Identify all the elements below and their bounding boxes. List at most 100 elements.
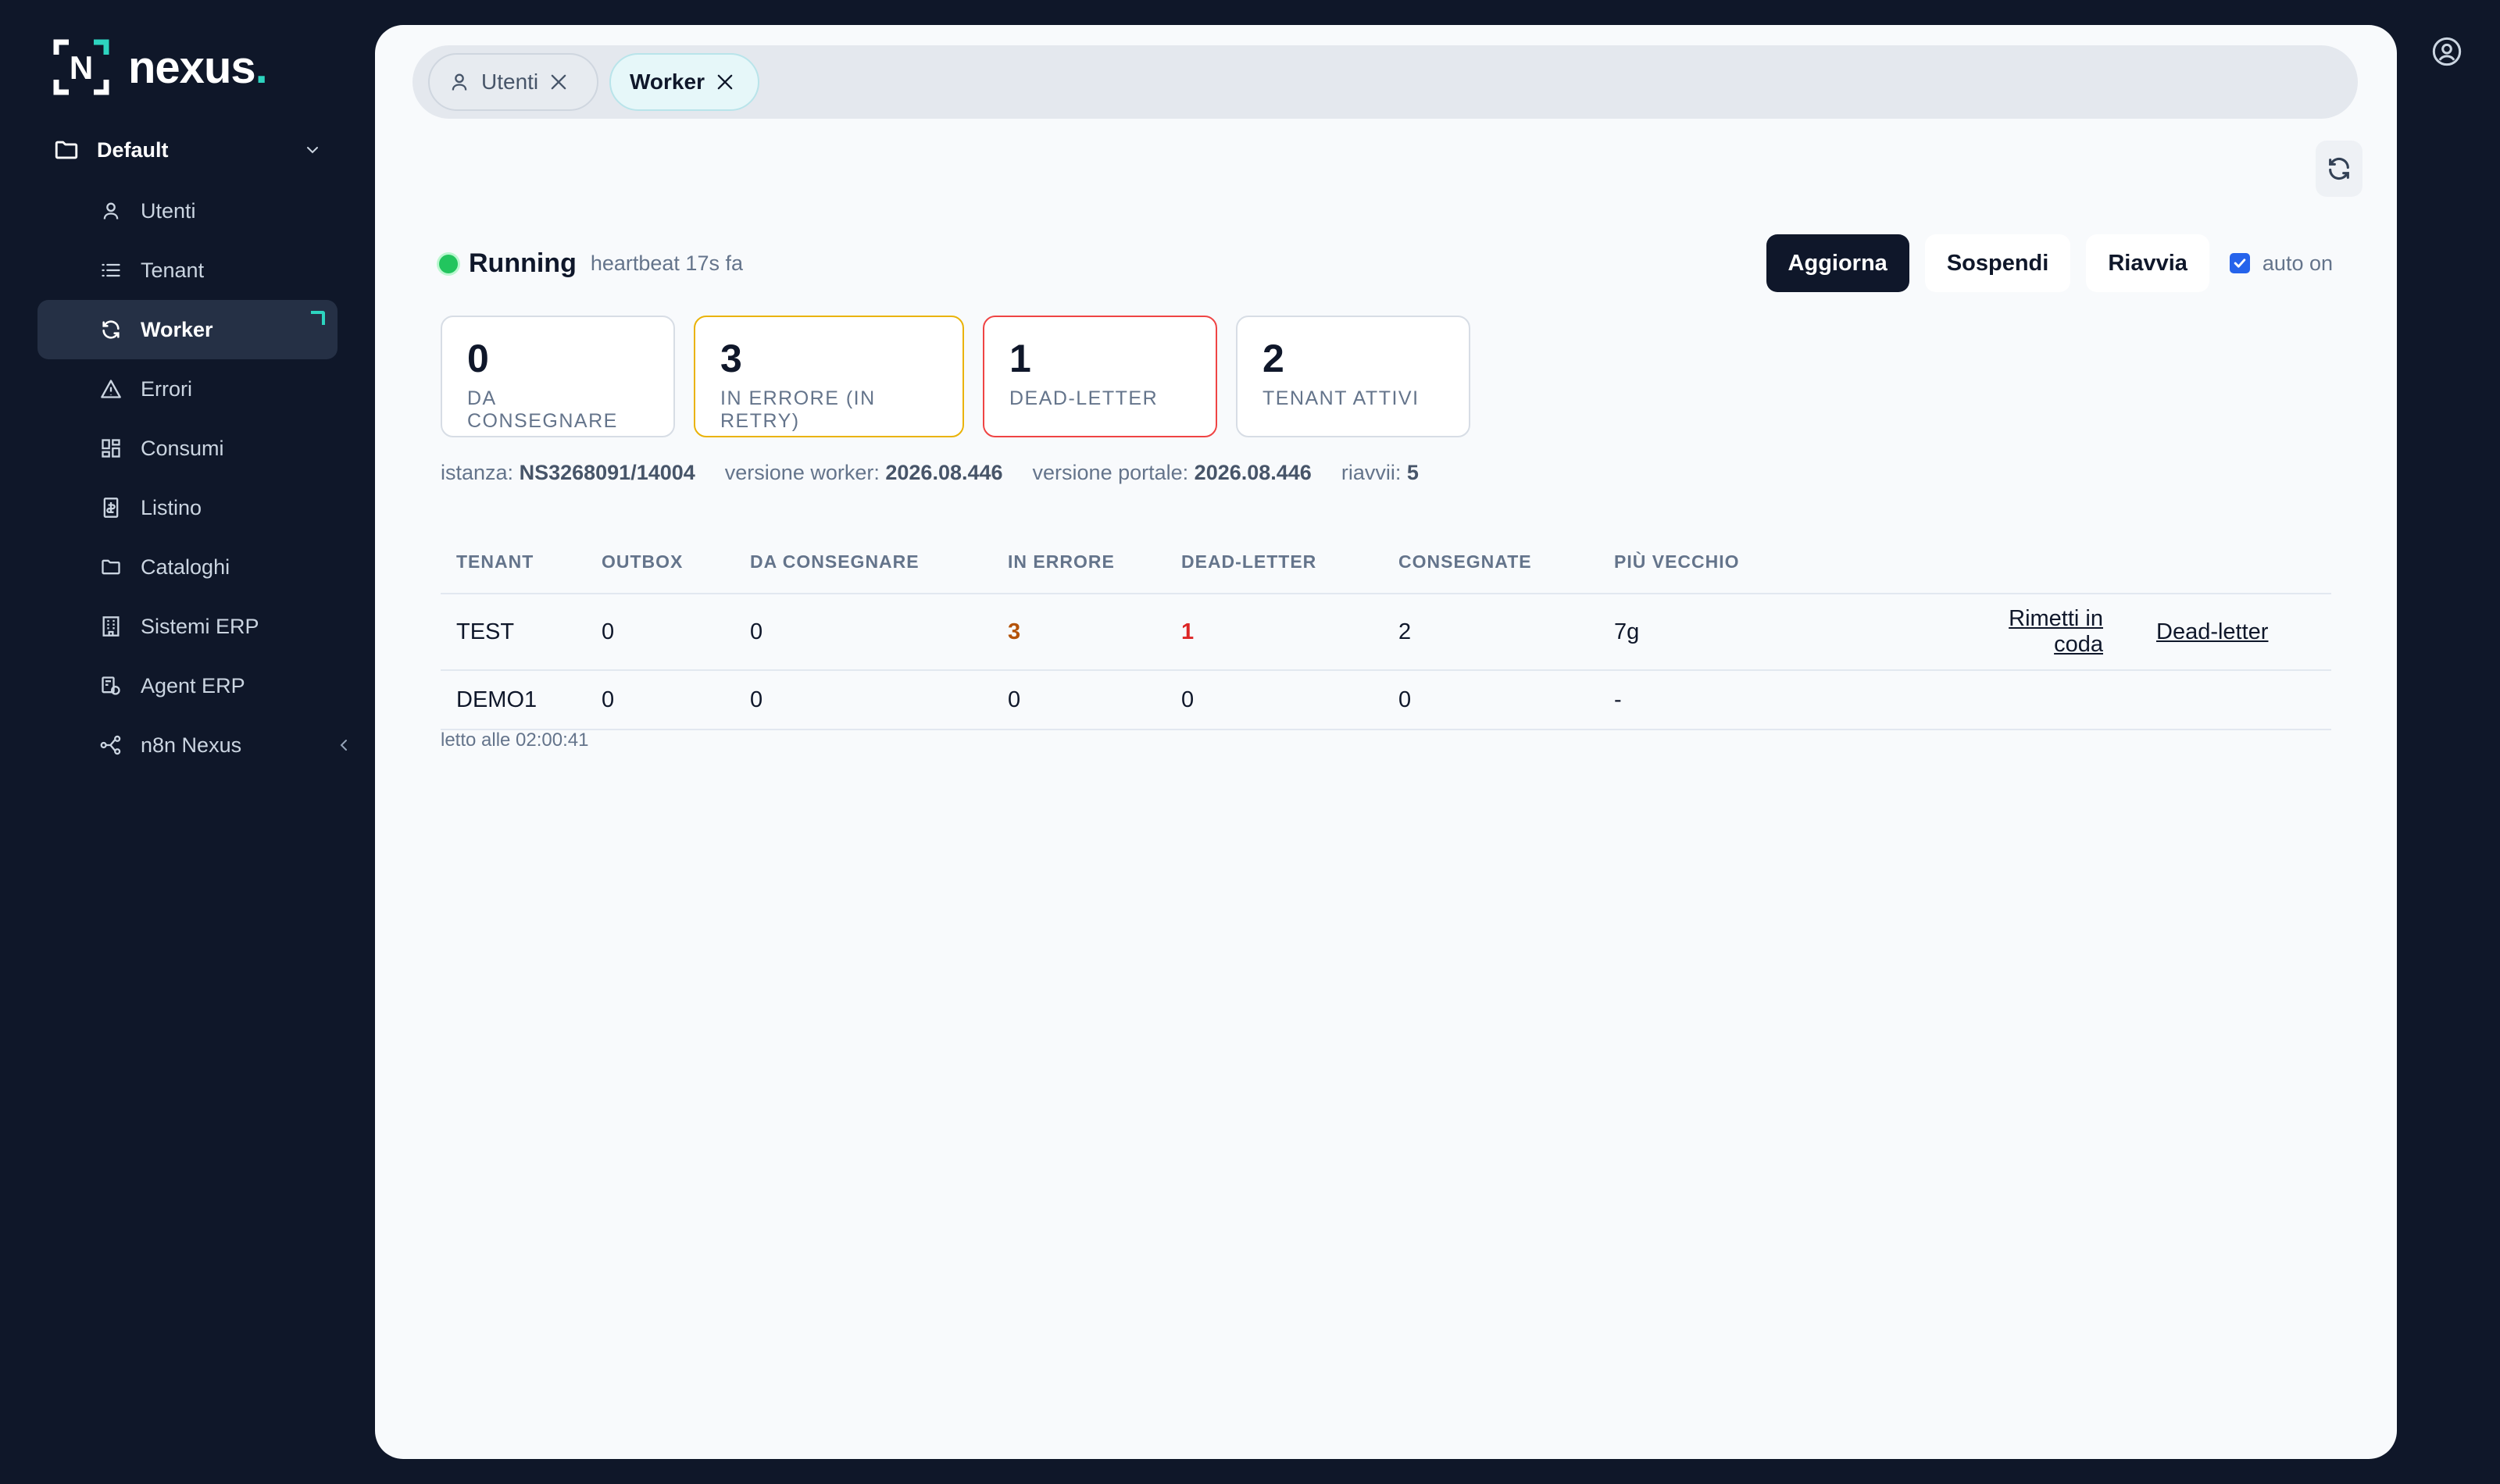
sidebar-group-label: Default — [97, 137, 169, 162]
account-icon[interactable] — [2431, 36, 2462, 67]
user-icon — [100, 200, 122, 222]
main-panel: Utenti Worker Running heartbeat 17s fa A… — [375, 25, 2397, 1459]
stat-value: 0 — [467, 337, 489, 380]
chevron-down-icon[interactable] — [303, 141, 322, 159]
cell-tenant: TEST — [441, 594, 586, 671]
checkbox[interactable] — [2229, 253, 2250, 273]
share-icon — [100, 734, 122, 756]
list-icon — [100, 259, 122, 281]
cell-delivered: 2 — [1383, 594, 1598, 671]
sidebar-item-label: Tenant — [141, 258, 205, 282]
sidebar-group-default[interactable]: Default — [53, 134, 327, 166]
svg-text:N: N — [70, 49, 93, 86]
read-timestamp: letto alle 02:00:41 — [441, 730, 589, 751]
aggiorna-button[interactable]: Aggiorna — [1766, 234, 1909, 292]
auto-refresh-toggle[interactable]: auto on — [2229, 251, 2333, 276]
action-bar: Aggiorna Sospendi Riavvia auto on — [1751, 234, 2333, 292]
building-icon — [100, 615, 122, 637]
column-header: IN ERRORE — [992, 531, 1166, 594]
cell-action — [2156, 670, 2331, 730]
cell-tenant: DEMO1 — [441, 670, 586, 730]
sidebar-item-label: Consumi — [141, 436, 224, 460]
stat-label: DEAD-LETTER — [1009, 387, 1159, 409]
close-icon[interactable] — [714, 71, 736, 93]
tab-utenti[interactable]: Utenti — [428, 53, 598, 111]
tab-worker[interactable]: Worker — [609, 53, 759, 111]
folder-icon — [100, 556, 122, 578]
column-header-actions — [2156, 531, 2331, 594]
sidebar-item-sistemi-erp[interactable]: Sistemi ERP — [38, 597, 338, 656]
table-row: DEMO1 0 0 0 0 0 - — [441, 670, 2331, 730]
status-dot — [439, 254, 458, 273]
tenant-table: TENANT OUTBOX DA CONSEGNARE IN ERRORE DE… — [441, 531, 2331, 730]
stat-label: IN ERRORE (IN RETRY) — [720, 387, 876, 432]
sidebar-item-cataloghi[interactable]: Cataloghi — [38, 537, 338, 597]
sidebar-item-label: Utenti — [141, 198, 196, 223]
chevron-left-icon[interactable] — [334, 736, 353, 754]
meta-restarts: riavvii: 5 — [1341, 461, 1419, 484]
tab-label: Utenti — [481, 70, 539, 94]
brand-logo[interactable]: N nexus. — [52, 37, 268, 97]
stat-value: 2 — [1262, 337, 1284, 380]
sidebar: N nexus. Default Utenti Tenant Worker Er… — [0, 0, 367, 1484]
refresh-icon — [2326, 155, 2352, 182]
sidebar-item-label: Cataloghi — [141, 555, 230, 579]
cell-outbox: 0 — [586, 594, 734, 671]
sidebar-item-utenti[interactable]: Utenti — [38, 181, 338, 241]
meta-worker-version: versione worker: 2026.08.446 — [724, 461, 1003, 484]
column-header: PIÙ VECCHIO — [1598, 531, 1952, 594]
column-header: TENANT — [441, 531, 586, 594]
cell-action — [1952, 670, 2156, 730]
table-header-row: TENANT OUTBOX DA CONSEGNARE IN ERRORE DE… — [441, 531, 2331, 594]
stat-value: 1 — [1009, 337, 1031, 380]
sidebar-item-label: Agent ERP — [141, 673, 245, 697]
auto-refresh-label: auto on — [2262, 251, 2333, 275]
cell-pending: 0 — [734, 670, 992, 730]
table-row: TEST 0 0 3 1 2 7g Rimetti in coda Dead-l… — [441, 594, 2331, 671]
sidebar-item-consumi[interactable]: Consumi — [38, 419, 338, 478]
cell-delivered: 0 — [1383, 670, 1598, 730]
sidebar-item-label: Listino — [141, 495, 202, 519]
column-header: CONSEGNATE — [1383, 531, 1598, 594]
sidebar-nav: Utenti Tenant Worker Errori Consumi List… — [38, 181, 347, 775]
dead-letter-link[interactable]: Dead-letter — [2156, 619, 2268, 644]
agent-icon — [100, 675, 122, 697]
sidebar-item-n8n-nexus[interactable]: n8n Nexus — [38, 715, 347, 775]
cell-action: Rimetti in coda — [1952, 594, 2156, 671]
sidebar-item-label: Sistemi ERP — [141, 614, 259, 638]
sidebar-item-label: n8n Nexus — [141, 733, 242, 757]
nexus-logo-icon: N — [52, 37, 111, 97]
status-state: Running — [469, 248, 577, 278]
sospendi-button[interactable]: Sospendi — [1924, 234, 2071, 292]
grid-icon — [100, 437, 122, 459]
user-icon — [448, 71, 470, 93]
close-icon[interactable] — [548, 71, 570, 93]
sidebar-item-listino[interactable]: Listino — [38, 478, 338, 537]
column-header-actions — [1952, 531, 2156, 594]
stat-value: 3 — [720, 337, 742, 380]
worker-status: Running heartbeat 17s fa — [439, 248, 743, 279]
cell-dead-letter: 0 — [1166, 670, 1383, 730]
refresh-icon — [100, 319, 122, 341]
cell-errors: 0 — [992, 670, 1166, 730]
meta-portal-version: versione portale: 2026.08.446 — [1032, 461, 1312, 484]
worker-meta: istanza: NS3268091/14004 versione worker… — [441, 461, 1448, 485]
requeue-link[interactable]: Rimetti in coda — [2009, 606, 2103, 657]
cell-action: Dead-letter — [2156, 594, 2331, 671]
sidebar-item-errori[interactable]: Errori — [38, 359, 338, 419]
cell-oldest: - — [1598, 670, 1952, 730]
cell-oldest: 7g — [1598, 594, 1952, 671]
sidebar-item-agent-erp[interactable]: Agent ERP — [38, 656, 338, 715]
stat-card-dead-letter: 1 DEAD-LETTER — [983, 316, 1217, 437]
riavvia-button[interactable]: Riavvia — [2086, 234, 2209, 292]
column-header: DEAD-LETTER — [1166, 531, 1383, 594]
meta-instance: istanza: NS3268091/14004 — [441, 461, 695, 484]
sidebar-item-tenant[interactable]: Tenant — [38, 241, 338, 300]
column-header: DA CONSEGNARE — [734, 531, 992, 594]
reload-button[interactable] — [2316, 141, 2362, 197]
stat-card-pending: 0 DA CONSEGNARE — [441, 316, 675, 437]
sidebar-item-worker[interactable]: Worker — [38, 300, 338, 359]
heartbeat-text: heartbeat 17s fa — [590, 251, 743, 275]
stat-card-errors: 3 IN ERRORE (IN RETRY) — [694, 316, 964, 437]
tab-bar: Utenti Worker — [412, 45, 2358, 119]
